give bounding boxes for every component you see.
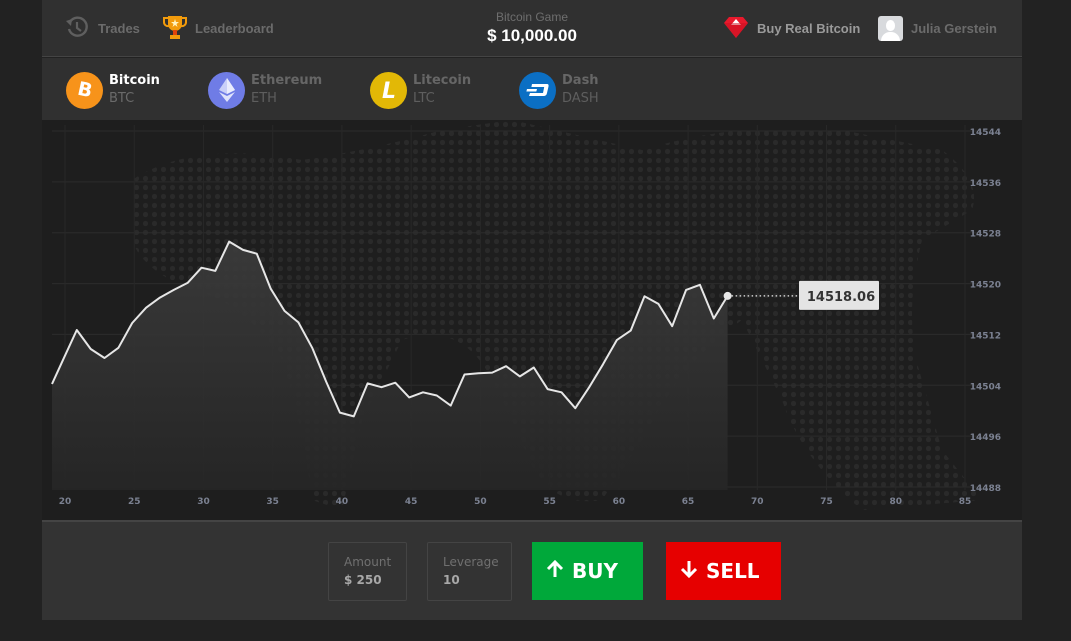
y-tick-label: 14536 xyxy=(970,179,1001,189)
balance-value: $ 10,000.00 xyxy=(487,26,577,45)
trophy-icon xyxy=(163,14,187,43)
buy-real-label: Buy Real Bitcoin xyxy=(757,20,861,36)
amount-value: $ 250 xyxy=(344,573,382,587)
sell-label: SELL xyxy=(706,559,760,583)
x-tick-label: 45 xyxy=(405,497,418,507)
y-tick-label: 14528 xyxy=(970,230,1001,240)
user-name: Julia Gerstein xyxy=(911,20,997,36)
arrow-up-icon xyxy=(546,559,564,584)
coin-name: Ethereum xyxy=(251,73,323,88)
user-menu[interactable]: Julia Gerstein xyxy=(878,14,997,42)
coin-symbol: LTC xyxy=(413,91,435,106)
balance-label: Bitcoin Game xyxy=(495,10,569,24)
x-tick-label: 35 xyxy=(266,497,279,507)
x-tick-label: 40 xyxy=(336,497,349,507)
x-tick-label: 85 xyxy=(959,497,972,507)
leverage-label: Leverage xyxy=(443,555,499,569)
current-price-point xyxy=(723,291,732,300)
coin-symbol: DASH xyxy=(562,91,599,106)
x-tick-label: 50 xyxy=(474,497,487,507)
price-chart[interactable]: 14518.06 14488 14496 14504 14512 14520 14528 1… xyxy=(42,120,1022,520)
amount-field[interactable]: Amount $ 250 xyxy=(328,542,407,601)
amount-label: Amount xyxy=(344,555,392,569)
svg-text:L: L xyxy=(381,79,395,102)
y-tick-label: 14520 xyxy=(970,281,1001,291)
coin-name: Litecoin xyxy=(413,73,472,88)
dash-icon xyxy=(519,71,556,109)
sell-button[interactable]: SELL xyxy=(666,542,781,600)
x-tick-label: 60 xyxy=(613,497,626,507)
trades-link[interactable]: Trades xyxy=(64,14,140,42)
x-tick-label: 80 xyxy=(890,497,903,507)
coin-symbol: BTC xyxy=(109,91,135,106)
buy-label: BUY xyxy=(572,559,618,583)
app: Trades Leaderboard Bitcoin Game $ 10,000… xyxy=(42,0,1022,641)
current-price-label: 14518.06 xyxy=(807,290,875,305)
x-tick-label: 30 xyxy=(197,497,210,507)
coin-tab-bitcoin[interactable]: B Bitcoin BTC xyxy=(66,70,160,110)
coin-symbol: ETH xyxy=(251,91,277,106)
coin-tab-ethereum[interactable]: Ethereum ETH xyxy=(208,70,322,110)
bitcoin-icon: B xyxy=(66,71,103,109)
litecoin-icon: L xyxy=(370,71,407,109)
coin-name: Bitcoin xyxy=(109,73,160,88)
buy-button[interactable]: BUY xyxy=(532,542,643,600)
trade-panel: Amount $ 250 Leverage 10 BUY SELL xyxy=(42,520,1022,620)
x-tick-label: 20 xyxy=(59,497,72,507)
ruby-icon xyxy=(723,15,749,42)
top-bar: Trades Leaderboard Bitcoin Game $ 10,000… xyxy=(42,0,1022,57)
y-tick-label: 14488 xyxy=(970,484,1001,494)
x-tick-label: 65 xyxy=(682,497,695,507)
history-icon xyxy=(64,14,90,43)
x-tick-label: 70 xyxy=(751,497,764,507)
balance-display: Bitcoin Game $ 10,000.00 xyxy=(432,10,632,46)
y-tick-label: 14504 xyxy=(970,382,1001,392)
price-chart-svg: 14518.06 14488 14496 14504 14512 14520 14528 1… xyxy=(51,120,1001,510)
arrow-down-icon xyxy=(680,559,698,584)
coin-selector: B Bitcoin BTC Ethereum ETH L Litecoin LTC D… xyxy=(42,58,1022,120)
x-tick-label: 75 xyxy=(820,497,833,507)
leaderboard-link[interactable]: Leaderboard xyxy=(163,14,274,42)
ethereum-icon xyxy=(208,71,245,109)
svg-text:B: B xyxy=(75,79,94,101)
x-tick-label: 25 xyxy=(128,497,141,507)
leaderboard-label: Leaderboard xyxy=(195,20,274,36)
y-tick-label: 14512 xyxy=(970,331,1001,341)
y-tick-label: 14496 xyxy=(970,433,1001,443)
coin-tab-litecoin[interactable]: L Litecoin LTC xyxy=(370,70,471,110)
coin-name: Dash xyxy=(562,73,599,88)
coin-tab-dash[interactable]: Dash DASH xyxy=(519,70,599,110)
avatar xyxy=(878,15,903,41)
buy-real-bitcoin-link[interactable]: Buy Real Bitcoin xyxy=(723,14,860,42)
trades-label: Trades xyxy=(98,20,140,36)
y-tick-label: 14544 xyxy=(970,128,1001,138)
leverage-field[interactable]: Leverage 10 xyxy=(427,542,512,601)
x-tick-label: 55 xyxy=(543,497,556,507)
leverage-value: 10 xyxy=(443,573,460,587)
